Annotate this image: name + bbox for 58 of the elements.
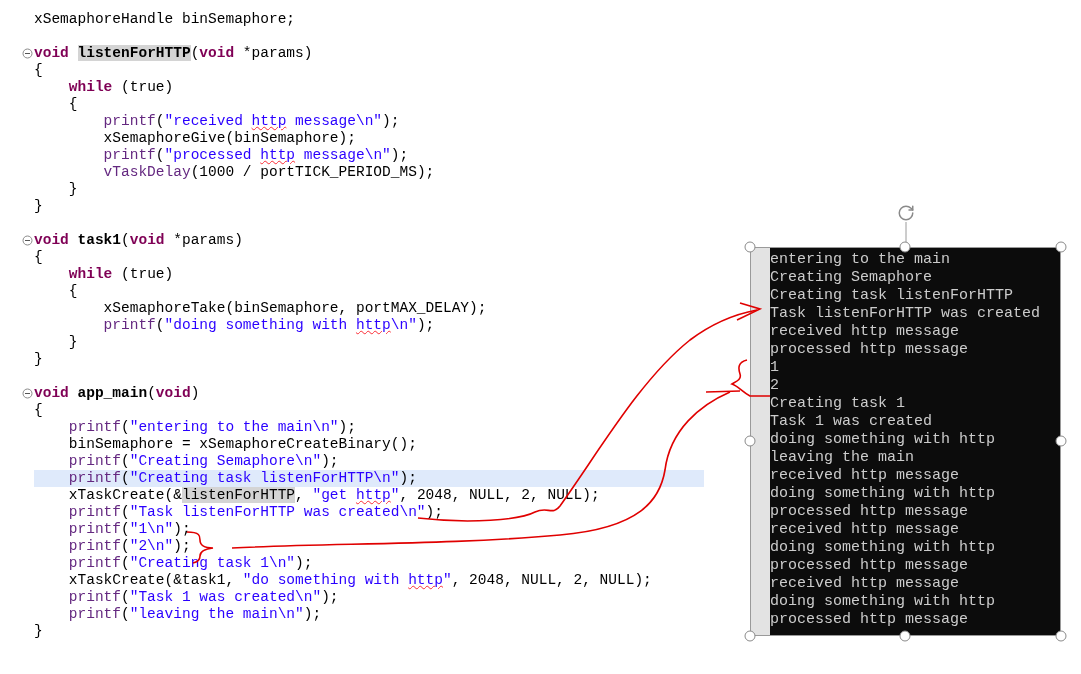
code-line: void task1(void *params) bbox=[34, 232, 243, 249]
terminal-line: processed http message bbox=[770, 503, 970, 521]
code-line: printf("leaving the main\n"); bbox=[67, 606, 322, 623]
code-line: printf("Task listenForHTTP was created\n"); bbox=[67, 504, 443, 521]
terminal-line: entering to the main bbox=[770, 251, 952, 269]
code-line: printf("Task 1 was created\n"); bbox=[67, 589, 339, 606]
terminal-line: received http message bbox=[770, 575, 961, 593]
code-line: } bbox=[34, 623, 43, 640]
code-line: printf("2\n"); bbox=[67, 538, 191, 555]
code-line: while (true) bbox=[67, 266, 174, 283]
code-line: void listenForHTTP(void *params) bbox=[34, 45, 313, 62]
terminal-line: processed http message bbox=[770, 341, 970, 359]
code-line: void app_main(void) bbox=[34, 385, 200, 402]
terminal-line: processed http message bbox=[770, 557, 970, 575]
code-line: { bbox=[34, 402, 43, 419]
terminal-line: doing something with http bbox=[770, 485, 997, 503]
code-line: } bbox=[67, 334, 78, 351]
code-line: xSemaphoreHandle binSemaphore; bbox=[34, 11, 296, 28]
collapse-icon[interactable] bbox=[22, 235, 33, 246]
code-line: xTaskCreate(&task1, "do something with http", 2048, NULL, 2, NULL); bbox=[67, 572, 652, 589]
code-line: while (true) bbox=[67, 79, 174, 96]
code-line: xSemaphoreGive(binSemaphore); bbox=[102, 130, 356, 147]
code-line: printf("received http message\n"); bbox=[102, 113, 400, 130]
code-line: printf("doing something with http\n"); bbox=[102, 317, 435, 334]
terminal-line: doing something with http bbox=[770, 431, 997, 449]
code-line: } bbox=[34, 351, 43, 368]
code-line: vTaskDelay(1000 / portTICK_PERIOD_MS); bbox=[102, 164, 435, 181]
code-line: printf("entering to the main\n"); bbox=[67, 419, 356, 436]
terminal-line: received http message bbox=[770, 323, 961, 341]
collapse-icon[interactable] bbox=[22, 388, 33, 399]
code-line: xSemaphoreTake(binSemaphore, portMAX_DELAY); bbox=[102, 300, 487, 317]
code-line: { bbox=[67, 283, 78, 300]
terminal-line: received http message bbox=[770, 521, 961, 539]
code-line: printf("Creating task 1\n"); bbox=[67, 555, 313, 572]
code-line: printf("1\n"); bbox=[67, 521, 191, 538]
terminal-line: 2 bbox=[770, 377, 780, 395]
rotate-icon[interactable] bbox=[897, 204, 915, 222]
code-line: { bbox=[34, 249, 43, 266]
terminal-line: doing something with http bbox=[770, 539, 997, 557]
terminal-line: Creating task 1 bbox=[770, 395, 907, 413]
terminal-line: processed http message bbox=[770, 611, 970, 629]
code-line: } bbox=[67, 181, 78, 198]
code-line: printf("Creating Semaphore\n"); bbox=[67, 453, 339, 470]
terminal-line: Task listenForHTTP was created bbox=[770, 305, 1041, 323]
terminal-line: leaving the main bbox=[770, 449, 916, 467]
terminal-line: Creating task listenForHTTP bbox=[770, 287, 1015, 305]
terminal-line: 1 bbox=[770, 359, 780, 377]
collapse-icon[interactable] bbox=[22, 48, 33, 59]
code-line: printf("processed http message\n"); bbox=[102, 147, 409, 164]
code-line: } bbox=[34, 198, 43, 215]
brace-mark bbox=[731, 359, 771, 397]
code-line: { bbox=[67, 96, 78, 113]
terminal-line: received http message bbox=[770, 467, 961, 485]
code-line: { bbox=[34, 62, 43, 79]
code-line: binSemaphore = xSemaphoreCreateBinary(); bbox=[67, 436, 417, 453]
terminal-line: doing something with http bbox=[770, 593, 997, 611]
terminal-line: Creating Semaphore bbox=[770, 269, 934, 287]
terminal-line: Task 1 was created bbox=[770, 413, 934, 431]
